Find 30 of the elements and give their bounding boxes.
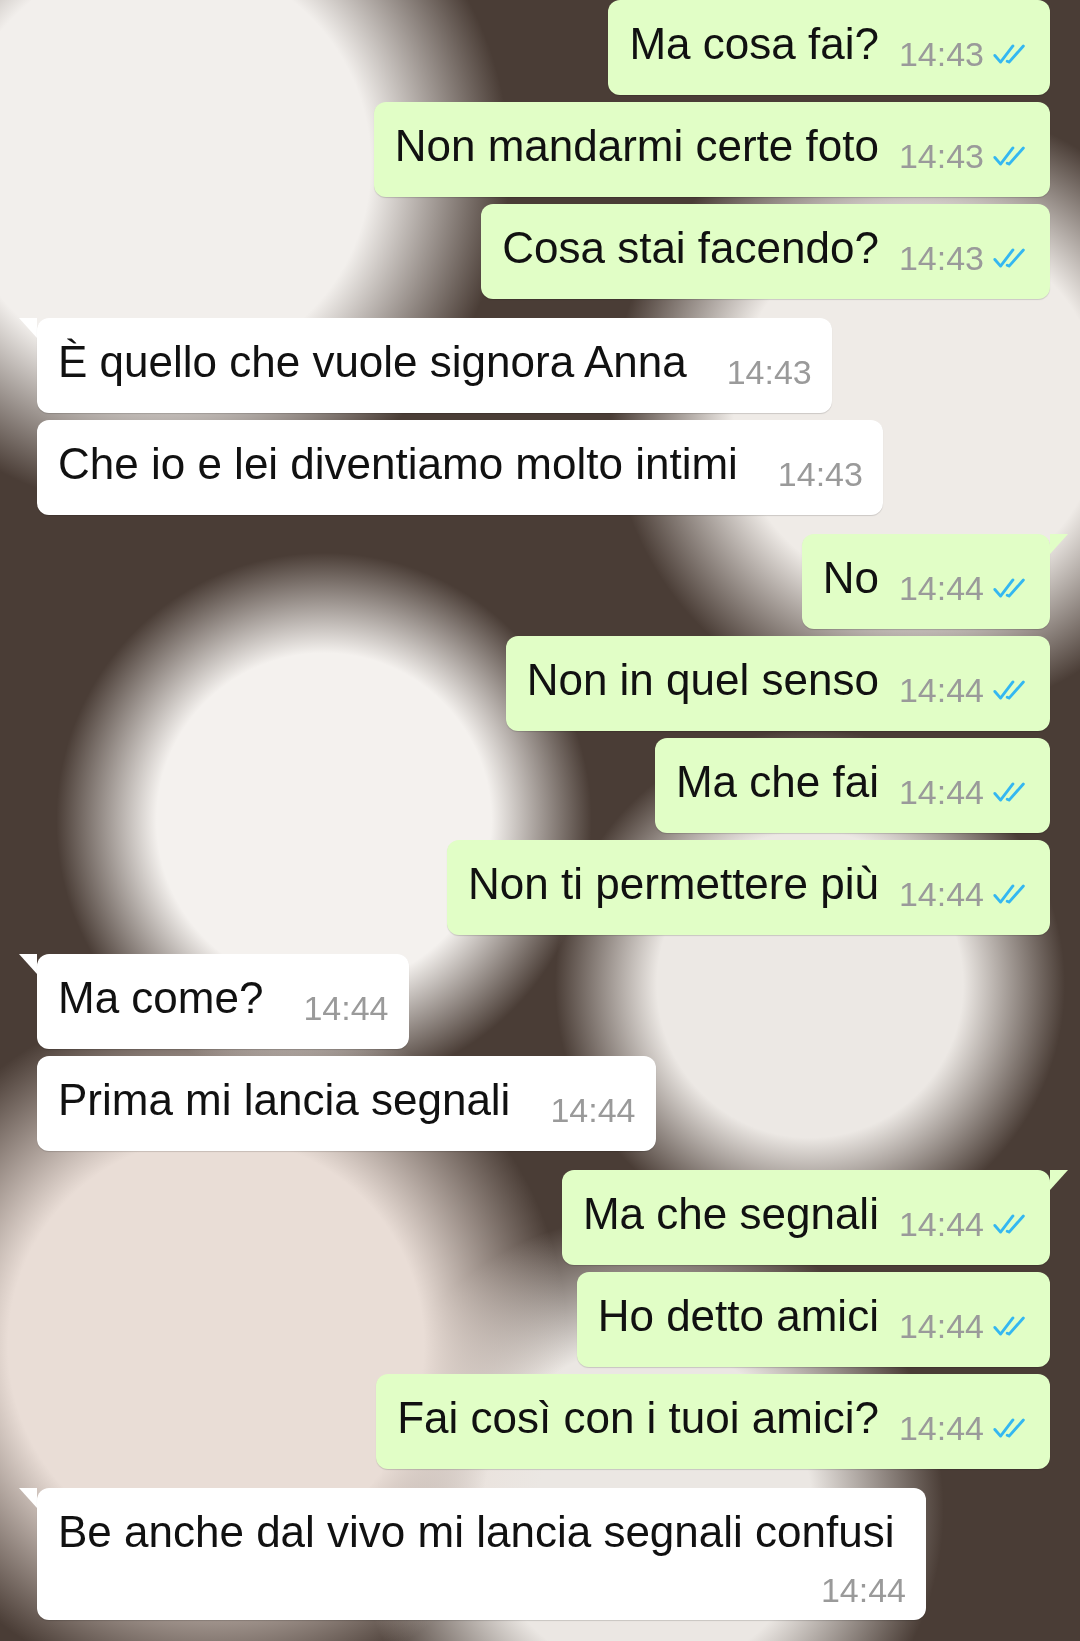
message-text: Non mandarmi certe foto xyxy=(394,121,879,170)
message-text: No xyxy=(822,553,879,602)
message-text: Ma come? xyxy=(58,973,264,1022)
message-time: 14:44 xyxy=(898,1410,984,1446)
message-time: 14:43 xyxy=(898,138,984,174)
message-time: 14:43 xyxy=(898,36,984,72)
message-text: Non ti permettere più xyxy=(468,859,879,908)
message-time: 14:43 xyxy=(898,240,984,276)
message-time: 14:44 xyxy=(820,1572,906,1608)
message-text: È quello che vuole signora Anna xyxy=(58,337,687,386)
message-time: 14:43 xyxy=(726,354,812,390)
message-time: 14:43 xyxy=(777,456,863,492)
message-text: Che io e lei diventiamo molto intimi xyxy=(58,439,738,488)
message-text: Fai così con i tuoi amici? xyxy=(397,1393,879,1442)
message-time: 14:44 xyxy=(303,990,389,1026)
message-time: 14:44 xyxy=(898,570,984,606)
message-time: 14:44 xyxy=(898,876,984,912)
message-time: 14:44 xyxy=(550,1092,636,1128)
message-text: Ma che fai xyxy=(675,757,879,806)
message-text: Prima mi lancia segnali xyxy=(58,1075,511,1124)
message-text: Be anche dal vivo mi lancia segnali confusi xyxy=(58,1507,895,1556)
message-text: Ma che segnali xyxy=(582,1189,879,1238)
message-time: 14:44 xyxy=(898,1308,984,1344)
message-time: 14:44 xyxy=(898,672,984,708)
message-text: Non in quel senso xyxy=(526,655,879,704)
message-text: Ma cosa fai? xyxy=(629,19,879,68)
message-time: 14:44 xyxy=(898,1206,984,1242)
message-text: Ho detto amici xyxy=(597,1291,879,1340)
message-time: 14:44 xyxy=(898,774,984,810)
message-text: Cosa stai facendo? xyxy=(502,223,879,272)
